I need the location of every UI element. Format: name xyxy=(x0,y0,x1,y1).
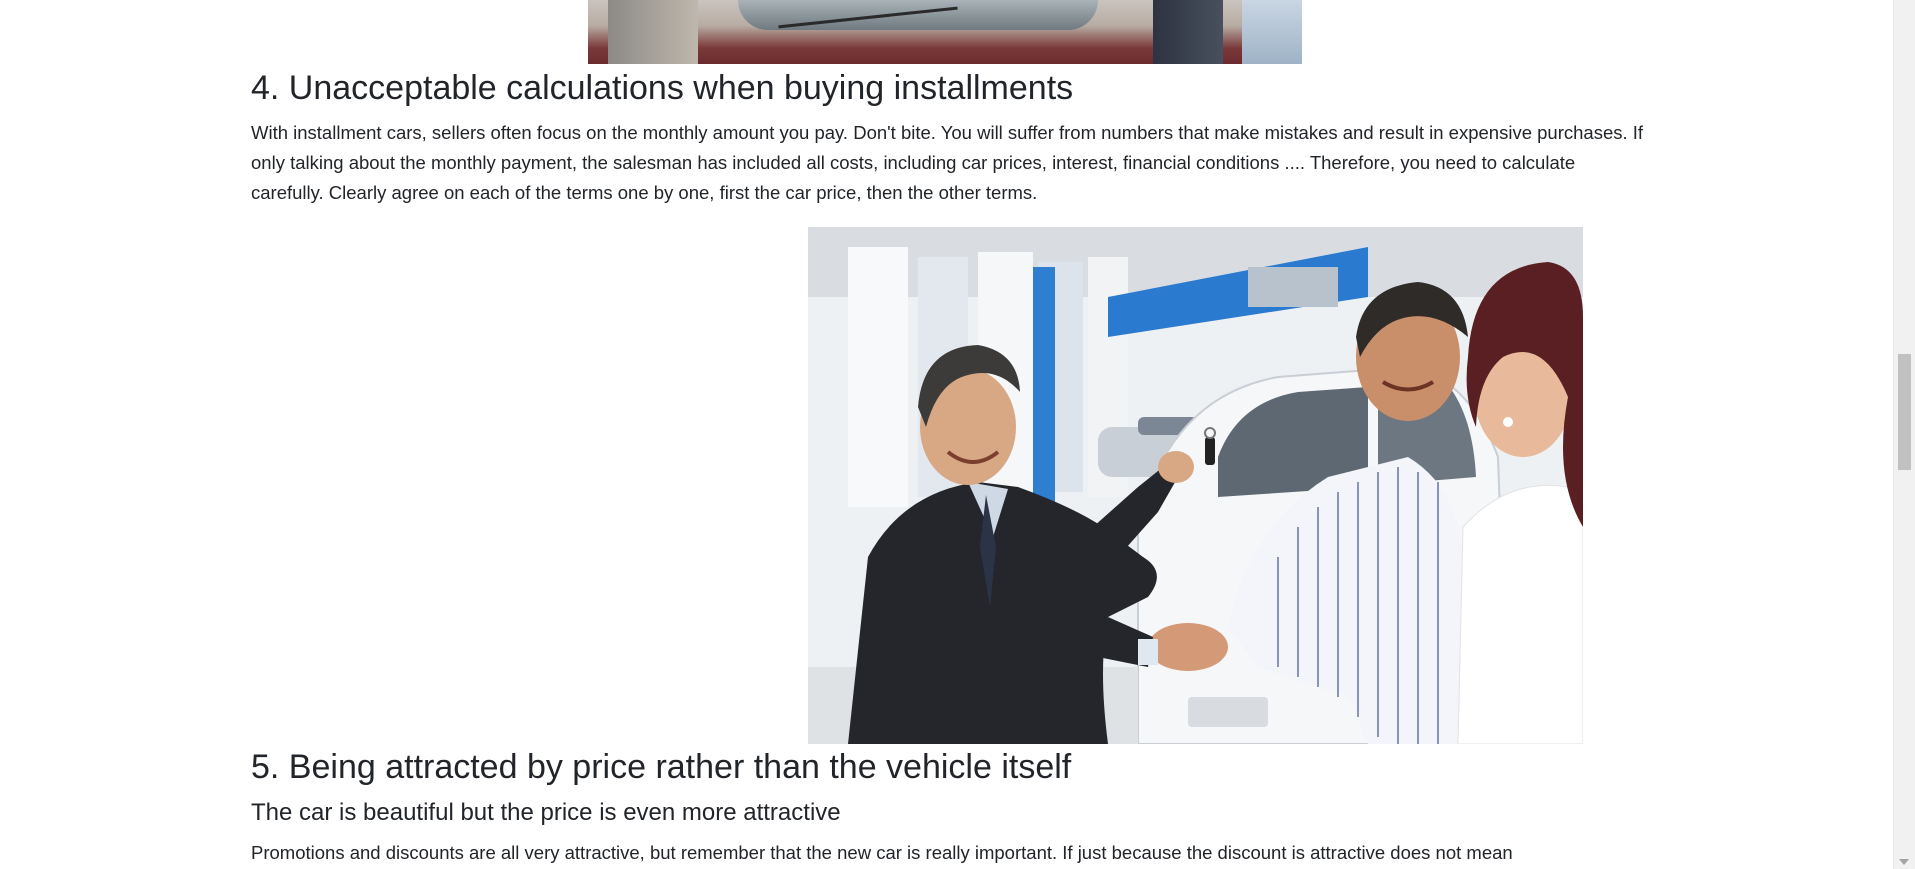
section-4-heading: 4. Unacceptable calculations when buying… xyxy=(251,69,1074,107)
section-4-paragraph: With installment cars, sellers often foc… xyxy=(251,122,1644,203)
section-5-paragraph: Promotions and discounts are all very at… xyxy=(251,842,1513,863)
vertical-scrollbar[interactable] xyxy=(1893,0,1915,869)
scroll-down-arrow-icon[interactable] xyxy=(1899,859,1909,865)
person-right-figure xyxy=(1153,0,1223,64)
scrollbar-thumb[interactable] xyxy=(1898,354,1911,470)
car-dealer-handshake-image xyxy=(808,227,1583,744)
page: 4. Unacceptable calculations when buying… xyxy=(0,0,1915,869)
section-5-heading: 5. Being attracted by price rather than … xyxy=(251,748,1072,786)
background-window xyxy=(1242,0,1302,64)
section-5-subheading: The car is beautiful but the price is ev… xyxy=(251,799,841,826)
handshake-illustration xyxy=(808,227,1583,744)
car-hood-image xyxy=(588,0,1302,64)
person-left-figure xyxy=(608,0,698,64)
